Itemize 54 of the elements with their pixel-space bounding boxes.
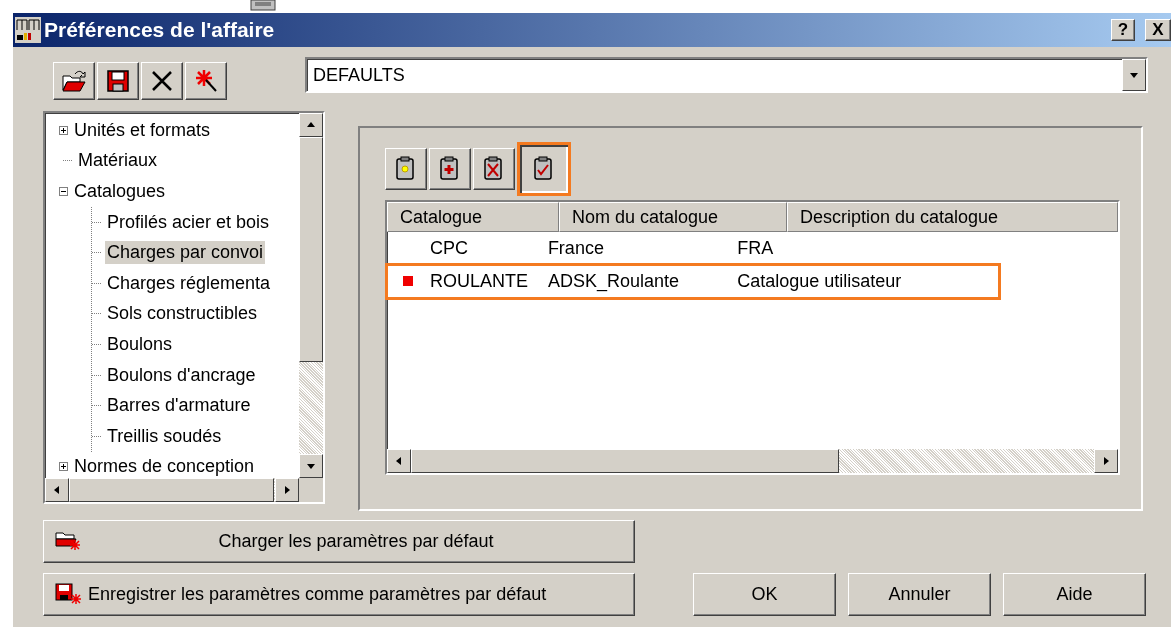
table-cell: FRA [737,238,774,258]
right-arrow-icon [1101,456,1111,466]
left-arrow-icon [52,485,62,495]
app-icon [15,17,41,43]
save-button[interactable] [97,62,139,100]
tree-item[interactable]: Sols constructibles [105,302,260,326]
table-row[interactable]: ROULANTE ADSK_Roulante Catalogue utilisateur [387,265,999,298]
tree-item[interactable]: Charges par convoi [105,241,266,265]
help-button[interactable]: ? [1111,19,1135,41]
tree-item[interactable]: Treillis soudés [105,424,224,448]
help-button[interactable]: Aide [1003,573,1146,616]
expand-icon[interactable] [59,462,68,472]
tree-item[interactable]: Profilés acier et bois [105,210,272,234]
open-button[interactable] [53,62,95,100]
table-cell: ADSK_Roulante [547,271,679,291]
table-cell: CPC [430,238,468,258]
collapse-icon[interactable] [59,187,68,196]
tree-item[interactable]: Catalogues [72,180,168,203]
tree-item[interactable]: Charges réglementa [105,271,273,295]
reset-button[interactable] [185,62,227,100]
tree-item[interactable]: Normes de conception [72,455,257,478]
left-arrow-icon [394,456,404,466]
table-cell: Catalogue utilisateur [737,271,902,291]
tree-item[interactable]: Barres d'armature [105,394,253,418]
up-arrow-icon [306,120,316,130]
cancel-button[interactable]: Annuler [848,573,991,616]
window-title: Préférences de l'affaire [44,18,276,42]
scrollbar[interactable] [45,478,299,502]
star-wand-icon [193,68,219,94]
table-cell: ROULANTE [430,271,528,291]
toolbar-button[interactable] [517,142,571,196]
save-defaults-button[interactable]: Enregistrer les paramètres comme paramètres par défaut [43,573,635,616]
column-header[interactable]: Catalogue [387,202,559,232]
open-folder-icon [61,68,87,94]
down-arrow-icon [1129,70,1139,80]
scrollbar-corner [299,478,323,502]
table-cell: France [547,238,604,258]
column-header[interactable]: Nom du catalogue [559,202,787,232]
close-button[interactable]: X [1145,19,1171,41]
tree-item[interactable]: Matériaux [76,149,160,173]
table-row[interactable]: CPC France FRA [387,232,999,265]
expand-icon[interactable] [59,125,68,135]
tree-item[interactable]: Unités et formats [72,118,213,142]
profile-combo[interactable]: DEFAULTS [305,57,1148,93]
down-arrow-icon [306,461,316,471]
right-arrow-icon [282,485,292,495]
tree-item[interactable]: Boulons d'ancrage [105,363,258,387]
load-defaults-button[interactable]: Charger les paramètres par défaut [43,520,635,563]
scrollbar[interactable] [299,113,323,478]
scrollbar[interactable] [387,449,1118,473]
ok-button[interactable]: OK [693,573,836,616]
delete-button[interactable] [141,62,183,100]
column-header[interactable]: Description du catalogue [787,202,1118,232]
tree-item[interactable]: Boulons [105,332,175,356]
